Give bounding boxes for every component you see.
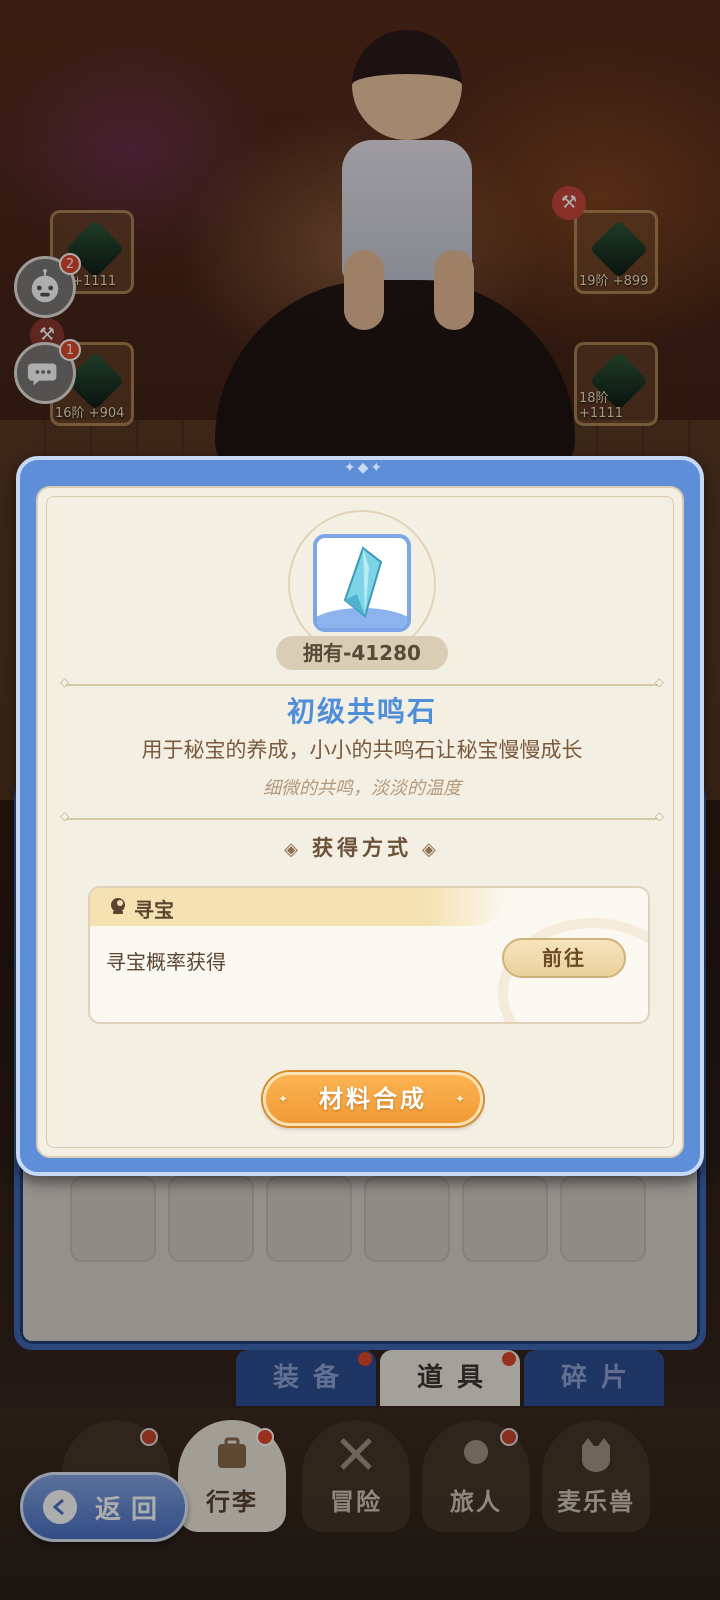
- goto-button[interactable]: 前往: [502, 938, 626, 978]
- divider: [60, 809, 664, 823]
- modal-content: 拥有-41280 初级共鸣石 用于秘宝的养成，小小的共鸣石让秘宝慢慢成长 细微的…: [36, 486, 684, 1158]
- item-icon: [313, 534, 411, 632]
- item-detail-modal: ✦◆✦ 拥有-41280 初级共鸣石 用于秘宝的养成，小小的共鸣石让秘宝慢慢成长…: [16, 456, 704, 1176]
- acquire-section-title: ◈ 获得方式 ◈: [38, 832, 686, 862]
- diamond-icon: ◈: [422, 839, 440, 860]
- source-description: 寻宝概率获得: [106, 950, 226, 974]
- ornament-icon: ✦◆✦: [343, 460, 385, 476]
- item-name: 初级共鸣石: [286, 695, 437, 728]
- acquire-source-card: 寻宝 寻宝概率获得 前往: [88, 886, 650, 1024]
- treasure-hunt-icon: [111, 898, 125, 914]
- acquire-title-label: 获得方式: [312, 836, 412, 860]
- material-craft-button[interactable]: 材料合成: [263, 1072, 483, 1126]
- owned-count: 拥有-41280: [276, 636, 448, 670]
- divider: [60, 675, 664, 689]
- diamond-icon: ◈: [284, 839, 302, 860]
- item-description: 用于秘宝的养成，小小的共鸣石让秘宝慢慢成长: [141, 738, 583, 762]
- crystal-icon: [343, 546, 383, 618]
- item-flavor-text: 细微的共鸣，淡淡的温度: [263, 778, 461, 799]
- source-name: 寻宝: [134, 898, 174, 922]
